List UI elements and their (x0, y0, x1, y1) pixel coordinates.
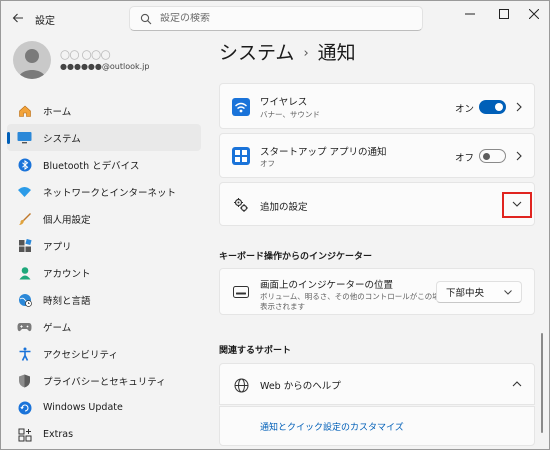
sidebar-item-time-language[interactable]: 時刻と言語 (7, 286, 201, 313)
sidebar-item-label: アプリ (43, 241, 72, 253)
bluetooth-icon (17, 157, 32, 172)
scrollbar[interactable] (541, 83, 544, 438)
app-title: 設定 (35, 16, 55, 27)
back-arrow-icon (12, 13, 23, 23)
home-icon (17, 103, 32, 118)
minimize-button[interactable] (455, 5, 485, 23)
sidebar-item-label: ゲーム (43, 322, 72, 334)
sidebar-item-windows-update[interactable]: Windows Update (7, 394, 201, 421)
sidebar-item-home[interactable]: ホーム (7, 97, 201, 124)
scrollbar-thumb[interactable] (541, 333, 543, 433)
system-icon (17, 130, 32, 145)
customize-notifications-link[interactable]: 通知とクイック設定のカスタマイズ (260, 420, 404, 433)
sidebar-item-label: 時刻と言語 (43, 295, 91, 307)
settings-window: 設定 〇〇 〇〇〇 ●●●●●●@outlook.jp (0, 0, 550, 450)
support-section-heading: 関連するサポート (219, 346, 292, 356)
sidebar-item-network[interactable]: ネットワークとインターネット (7, 178, 201, 205)
chevron-up-icon[interactable] (511, 378, 523, 390)
sidebar-item-label: Windows Update (43, 402, 123, 413)
sidebar-item-personalization[interactable]: 個人用設定 (7, 205, 201, 232)
indicator-section-heading: キーボード操作からのインジケーター (219, 252, 373, 262)
breadcrumb-separator: › (303, 46, 309, 61)
sidebar-item-apps[interactable]: アプリ (7, 232, 201, 259)
time-language-icon (17, 292, 32, 307)
network-icon (17, 184, 32, 199)
startup-apps-toggle[interactable] (479, 149, 506, 163)
wireless-notification-row[interactable]: ワイヤレス バナー、サウンド オン (219, 83, 535, 129)
globe-icon (231, 375, 251, 395)
wireless-title: ワイヤレス (260, 97, 308, 108)
highlight-annotation (502, 192, 532, 218)
brush-icon (17, 211, 32, 226)
sidebar-item-extras[interactable]: Extras (7, 421, 201, 448)
indicator-position-title: 画面上のインジケーターの位置 (260, 280, 394, 291)
gaming-icon (17, 319, 32, 334)
close-button[interactable] (519, 5, 549, 23)
search-box[interactable] (129, 6, 423, 31)
sidebar-item-label: Bluetooth とデバイス (43, 160, 140, 172)
startup-apps-subtitle: オフ (260, 159, 275, 168)
indicator-position-row: 画面上のインジケーターの位置 ボリューム、明るさ、その他のコントロールがこの場所… (219, 268, 535, 315)
sidebar-item-label: システム (43, 133, 81, 145)
chevron-right-icon[interactable] (513, 101, 525, 113)
extras-icon (17, 427, 32, 442)
chevron-down-icon (504, 290, 512, 295)
wireless-toggle[interactable] (479, 100, 506, 114)
user-email: ●●●●●●@outlook.jp (60, 62, 150, 71)
minimize-icon (465, 13, 475, 15)
search-input[interactable] (160, 13, 400, 24)
breadcrumb: システム › 通知 (219, 38, 356, 65)
maximize-icon (499, 9, 509, 19)
wireless-subtitle: バナー、サウンド (260, 110, 320, 119)
user-name: 〇〇 〇〇〇 (60, 51, 111, 62)
indicator-position-description-2: 表示されます (260, 302, 305, 311)
sidebar-item-system[interactable]: システム (7, 124, 201, 151)
sidebar-item-accounts[interactable]: アカウント (7, 259, 201, 286)
sidebar-item-gaming[interactable]: ゲーム (7, 313, 201, 340)
sidebar-item-label: アカウント (43, 268, 91, 280)
startup-apps-notification-row[interactable]: スタートアップ アプリの通知 オフ オフ (219, 133, 535, 178)
sidebar-item-privacy-security[interactable]: プライバシーとセキュリティ (7, 367, 201, 394)
search-icon (140, 13, 152, 24)
additional-settings-title: 追加の設定 (260, 202, 308, 213)
maximize-button[interactable] (489, 5, 519, 23)
web-help-row[interactable]: Web からのヘルプ (219, 363, 535, 405)
apps-icon (17, 238, 32, 253)
indicator-position-dropdown[interactable]: 下部中央 (436, 281, 522, 303)
title-bar: 設定 (1, 1, 549, 35)
close-icon (529, 9, 539, 19)
wireless-icon (231, 97, 251, 117)
page-title: 通知 (317, 42, 356, 64)
dropdown-value: 下部中央 (446, 288, 485, 299)
keyboard-indicator-icon (231, 282, 251, 302)
sidebar-item-label: プライバシーとセキュリティ (43, 376, 166, 388)
shield-icon (17, 373, 32, 388)
sidebar-item-label: Extras (43, 429, 74, 440)
sidebar-item-label: ネットワークとインターネット (43, 187, 177, 199)
web-help-title: Web からのヘルプ (260, 381, 341, 392)
back-button[interactable] (9, 9, 27, 27)
sidebar-item-label: アクセシビリティ (43, 349, 118, 361)
avatar (13, 41, 51, 79)
sidebar-item-bluetooth[interactable]: Bluetooth とデバイス (7, 151, 201, 178)
gears-icon (231, 195, 251, 215)
sidebar-item-accessibility[interactable]: アクセシビリティ (7, 340, 201, 367)
additional-settings-row[interactable]: 追加の設定 (219, 182, 535, 226)
account-icon (17, 265, 32, 280)
startup-apps-icon (231, 146, 251, 166)
sidebar-nav: ホーム システム Bluetooth とデバイス ネットワークとインターネット … (7, 97, 201, 448)
startup-apps-title: スタートアップ アプリの通知 (260, 147, 387, 158)
wireless-toggle-state: オン (455, 104, 475, 115)
web-help-links: 通知とクイック設定のカスタマイズ (219, 406, 535, 446)
sidebar-item-label: ホーム (43, 106, 72, 118)
startup-apps-toggle-state: オフ (455, 153, 475, 164)
windows-update-icon (17, 400, 32, 415)
sidebar-item-label: 個人用設定 (43, 214, 91, 226)
breadcrumb-parent[interactable]: システム (219, 42, 294, 64)
accessibility-icon (17, 346, 32, 361)
person-icon (18, 49, 46, 79)
chevron-right-icon[interactable] (513, 150, 525, 162)
